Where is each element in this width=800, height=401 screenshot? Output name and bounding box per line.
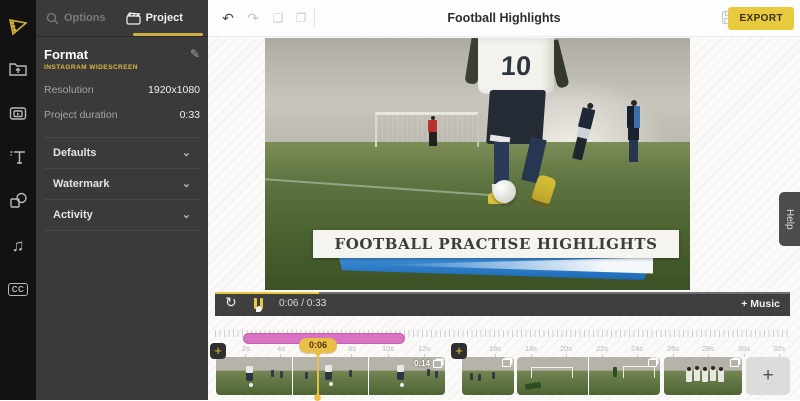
ruler-label: 20s xyxy=(560,344,572,357)
ruler-label: 32s xyxy=(773,344,785,357)
help-tab-label: Help xyxy=(784,209,795,230)
banner-text: FOOTBALL PRACTISE HIGHLIGHTS xyxy=(334,235,657,253)
playback-control-bar: ↻ 0:06 / 0:33 + Music xyxy=(215,292,790,316)
player-jersey: 10 xyxy=(478,38,554,94)
jersey-number: 10 xyxy=(500,51,532,82)
project-clapper-icon xyxy=(126,12,141,25)
duration-label: Project duration xyxy=(44,109,118,121)
add-music-button[interactable]: + Music xyxy=(741,292,780,316)
edit-format-pencil-icon[interactable]: ✎ xyxy=(190,47,200,61)
scene1-duration: 0:14 xyxy=(414,359,430,368)
chevron-down-icon: ⌄ xyxy=(182,180,191,188)
ruler-label: 30s xyxy=(738,344,750,357)
scene3-badge xyxy=(648,359,657,367)
ruler-label: 2s xyxy=(242,344,250,357)
scene2-frame xyxy=(462,357,514,395)
project-title: Football Highlights xyxy=(208,0,800,36)
scene1-frame: 0:14 xyxy=(369,357,445,395)
stock-video-icon[interactable] xyxy=(0,91,36,135)
resolution-value: 1920x1080 xyxy=(148,84,200,96)
media-stack-icon xyxy=(502,359,511,367)
section-activity-label: Activity xyxy=(53,209,93,221)
duration-value: 0:33 xyxy=(180,109,200,121)
resolution-field: Resolution 1920x1080 xyxy=(44,84,200,96)
video-preview[interactable]: 10 FOOTBALL PRACTISE HIGHLIGHTS xyxy=(265,38,690,290)
text-tool-icon[interactable] xyxy=(0,135,36,179)
section-defaults[interactable]: Defaults ⌄ xyxy=(44,137,200,168)
time-display: 0:06 / 0:33 xyxy=(279,292,326,316)
pause-button[interactable] xyxy=(253,298,265,310)
panel-tabbar: Options Project xyxy=(36,0,208,37)
ruler-label: 8s xyxy=(348,344,356,357)
elements-shapes-icon[interactable] xyxy=(0,179,36,223)
chevron-down-icon: ⌄ xyxy=(182,149,191,157)
scene1-frame xyxy=(293,357,369,395)
ruler-label: 16s xyxy=(489,344,501,357)
tab-project-label: Project xyxy=(146,12,183,24)
project-panel: Options Project Format INSTAGRAM WIDESCR… xyxy=(36,0,208,400)
top-toolbar: ↶ ↷ ❏ ❐ Football Highlights EXPORT xyxy=(208,0,800,37)
player-blue xyxy=(627,100,640,162)
section-defaults-label: Defaults xyxy=(53,147,96,159)
duration-field: Project duration 0:33 xyxy=(44,109,200,121)
timeline-scene-1[interactable]: 0:14 xyxy=(216,357,445,395)
audio-music-icon[interactable]: ♫ xyxy=(0,223,36,267)
hand-cursor-icon xyxy=(256,306,262,312)
options-magnifier-icon xyxy=(46,12,59,25)
ruler-label: 12s xyxy=(418,344,430,357)
goal-net xyxy=(377,115,473,141)
ruler-label: 4s xyxy=(277,344,285,357)
add-scene-button-left[interactable]: + xyxy=(210,343,226,359)
section-watermark-label: Watermark xyxy=(53,178,109,190)
app-logo-icon[interactable] xyxy=(0,7,36,47)
left-icon-rail: ♫ CC xyxy=(0,0,36,400)
football xyxy=(493,180,516,203)
captions-icon[interactable]: CC xyxy=(0,267,36,311)
chevron-down-icon: ⌄ xyxy=(182,211,191,219)
playhead-time-bubble[interactable]: 0:06 xyxy=(299,338,337,353)
scene4-frame xyxy=(664,357,742,395)
scene3-frame xyxy=(589,357,660,395)
timeline-scene-3[interactable] xyxy=(517,357,660,395)
scene4-badge xyxy=(730,359,739,367)
media-stack-icon xyxy=(648,359,657,367)
banner-wedge-graphic xyxy=(339,257,653,280)
add-scene-tile[interactable]: + xyxy=(746,357,790,395)
format-subtitle: INSTAGRAM WIDESCREEN xyxy=(44,64,138,71)
replay-loop-button[interactable]: ↻ xyxy=(225,294,237,311)
player-red xyxy=(428,116,437,146)
scene1-duration-badge: 0:14 xyxy=(414,359,442,368)
player-number-10: 10 xyxy=(460,38,575,228)
ruler-label: 10s xyxy=(382,344,394,357)
add-scene-button-mid[interactable]: + xyxy=(451,343,467,359)
scene2-badge xyxy=(502,359,511,367)
section-watermark[interactable]: Watermark ⌄ xyxy=(44,168,200,199)
format-title: Format xyxy=(44,47,138,62)
title-banner-overlay[interactable]: FOOTBALL PRACTISE HIGHLIGHTS xyxy=(313,230,679,258)
ruler-label: 28s xyxy=(702,344,714,357)
media-stack-icon xyxy=(433,360,442,368)
media-stack-icon xyxy=(730,359,739,367)
section-activity[interactable]: Activity ⌄ xyxy=(44,199,200,231)
tab-options-label: Options xyxy=(64,12,106,24)
playhead-line xyxy=(317,353,319,396)
timeline-scene-2[interactable] xyxy=(462,357,514,395)
ruler-label: 26s xyxy=(667,344,679,357)
help-tab[interactable]: Help xyxy=(779,192,800,246)
ruler-label: 24s xyxy=(631,344,643,357)
app-window: ♫ CC Options Project xyxy=(0,0,800,400)
active-tab-underline xyxy=(133,33,203,36)
scene3-frame xyxy=(517,357,588,395)
export-button[interactable]: EXPORT xyxy=(728,7,794,30)
timeline-scene-4[interactable] xyxy=(664,357,742,395)
tab-project[interactable]: Project xyxy=(116,0,193,36)
ruler-label: 22s xyxy=(596,344,608,357)
resolution-label: Resolution xyxy=(44,84,94,96)
ruler-label: 18s xyxy=(525,344,537,357)
uploads-icon[interactable] xyxy=(0,47,36,91)
tab-options[interactable]: Options xyxy=(36,0,116,36)
scene1-frame xyxy=(216,357,292,395)
